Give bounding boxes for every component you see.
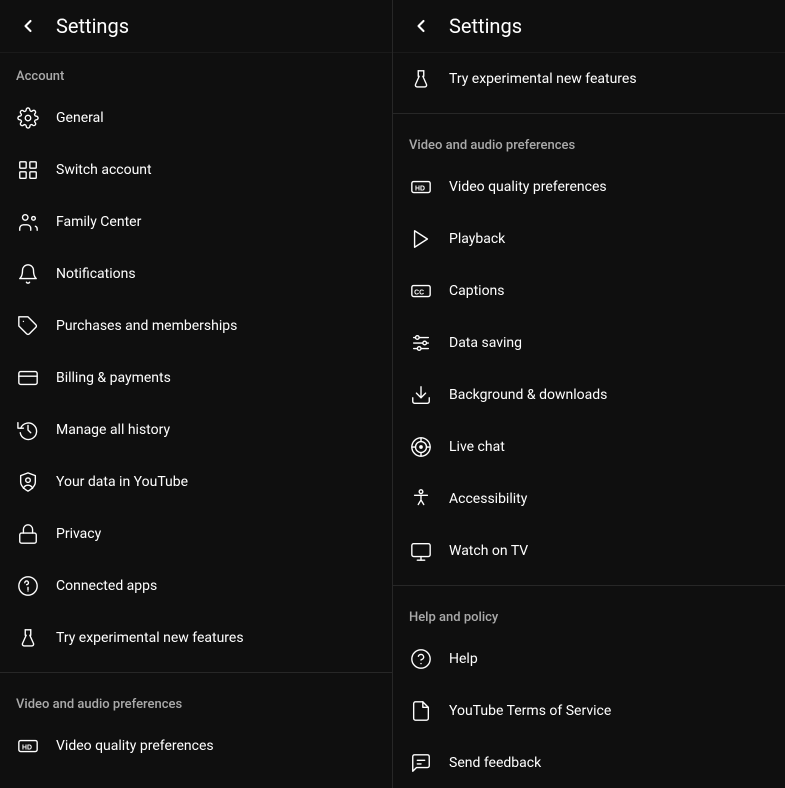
document-icon (409, 699, 433, 723)
purchases-label: Purchases and memberships (56, 318, 237, 334)
menu-item-notifications[interactable]: Notifications (0, 248, 392, 300)
svg-text:HD: HD (415, 186, 425, 193)
left-panel-header: Settings (0, 0, 392, 53)
background-downloads-label: Background & downloads (449, 387, 607, 403)
flask-icon-left (16, 626, 40, 650)
menu-item-captions-right[interactable]: CC Captions (393, 265, 785, 317)
right-panel: Settings Try experimental new features V… (393, 0, 785, 788)
accessibility-icon (409, 487, 433, 511)
menu-item-billing[interactable]: Billing & payments (0, 352, 392, 404)
flask-icon-right (409, 67, 433, 91)
menu-item-your-data[interactable]: Your data in YouTube (0, 456, 392, 508)
account-section-label: Account (0, 53, 392, 92)
cc-icon-right: CC (409, 279, 433, 303)
lock-icon (16, 522, 40, 546)
left-divider (0, 672, 392, 673)
playback-label-right: Playback (449, 231, 505, 247)
family-center-label: Family Center (56, 214, 141, 230)
right-top-divider (393, 113, 785, 114)
left-panel: Settings Account General Switch account … (0, 0, 393, 788)
menu-item-terms[interactable]: YouTube Terms of Service (393, 685, 785, 737)
right-panel-title: Settings (449, 14, 522, 38)
sliders-icon (409, 331, 433, 355)
billing-label: Billing & payments (56, 370, 171, 386)
video-section-label-right: Video and audio preferences (393, 122, 785, 161)
menu-item-purchases[interactable]: Purchases and memberships (0, 300, 392, 352)
menu-item-switch-account[interactable]: Switch account (0, 144, 392, 196)
gear-icon (16, 106, 40, 130)
bell-icon (16, 262, 40, 286)
hd-icon-right: HD (409, 175, 433, 199)
svg-text:HD: HD (22, 745, 32, 752)
experimental-label: Try experimental new features (56, 630, 244, 646)
history-icon (16, 418, 40, 442)
menu-item-playback-right[interactable]: Playback (393, 213, 785, 265)
experimental-right-label: Try experimental new features (449, 71, 637, 87)
svg-text:CC: CC (414, 290, 424, 297)
switch-account-label: Switch account (56, 162, 152, 178)
right-panel-header: Settings (393, 0, 785, 53)
help-icon (409, 647, 433, 671)
menu-item-family-center[interactable]: Family Center (0, 196, 392, 248)
menu-item-watch-tv[interactable]: Watch on TV (393, 525, 785, 577)
menu-item-video-quality-left[interactable]: HD Video quality preferences (0, 720, 392, 772)
feedback-label: Send feedback (449, 755, 541, 771)
video-quality-label-right: Video quality preferences (449, 179, 607, 195)
play-icon-right (409, 227, 433, 251)
connected-apps-label: Connected apps (56, 578, 157, 594)
live-chat-label: Live chat (449, 439, 505, 455)
left-panel-title: Settings (56, 14, 129, 38)
privacy-label: Privacy (56, 526, 101, 542)
menu-item-video-quality-right[interactable]: HD Video quality preferences (393, 161, 785, 213)
right-back-button[interactable] (409, 14, 433, 38)
tag-icon (16, 314, 40, 338)
video-quality-label-left: Video quality preferences (56, 738, 214, 754)
menu-item-experimental-right[interactable]: Try experimental new features (393, 53, 785, 105)
menu-item-connected-apps[interactable]: Connected apps (0, 560, 392, 612)
menu-item-accessibility[interactable]: Accessibility (393, 473, 785, 525)
accessibility-label: Accessibility (449, 491, 527, 507)
help-section-label: Help and policy (393, 594, 785, 633)
feedback-icon (409, 751, 433, 775)
switch-account-icon (16, 158, 40, 182)
download-icon (409, 383, 433, 407)
livechat-icon (409, 435, 433, 459)
right-mid-divider (393, 585, 785, 586)
menu-item-general[interactable]: General (0, 92, 392, 144)
terms-label: YouTube Terms of Service (449, 703, 611, 719)
menu-item-background-downloads[interactable]: Background & downloads (393, 369, 785, 421)
menu-item-experimental[interactable]: Try experimental new features (0, 612, 392, 664)
left-back-button[interactable] (16, 14, 40, 38)
menu-item-playback-left[interactable]: Playback (0, 772, 392, 788)
hd-icon-left: HD (16, 734, 40, 758)
video-section-label-left: Video and audio preferences (0, 681, 392, 720)
menu-item-privacy[interactable]: Privacy (0, 508, 392, 560)
general-label: General (56, 110, 104, 126)
your-data-label: Your data in YouTube (56, 474, 188, 490)
tv-icon (409, 539, 433, 563)
menu-item-feedback[interactable]: Send feedback (393, 737, 785, 788)
watch-tv-label: Watch on TV (449, 543, 528, 559)
manage-history-label: Manage all history (56, 422, 170, 438)
card-icon (16, 366, 40, 390)
data-saving-label: Data saving (449, 335, 522, 351)
menu-item-live-chat[interactable]: Live chat (393, 421, 785, 473)
menu-item-data-saving[interactable]: Data saving (393, 317, 785, 369)
menu-item-help[interactable]: Help (393, 633, 785, 685)
family-icon (16, 210, 40, 234)
help-label: Help (449, 651, 478, 667)
puzzle-icon (16, 574, 40, 598)
menu-item-manage-history[interactable]: Manage all history (0, 404, 392, 456)
captions-label-right: Captions (449, 283, 505, 299)
notifications-label: Notifications (56, 266, 136, 282)
shield-person-icon (16, 470, 40, 494)
